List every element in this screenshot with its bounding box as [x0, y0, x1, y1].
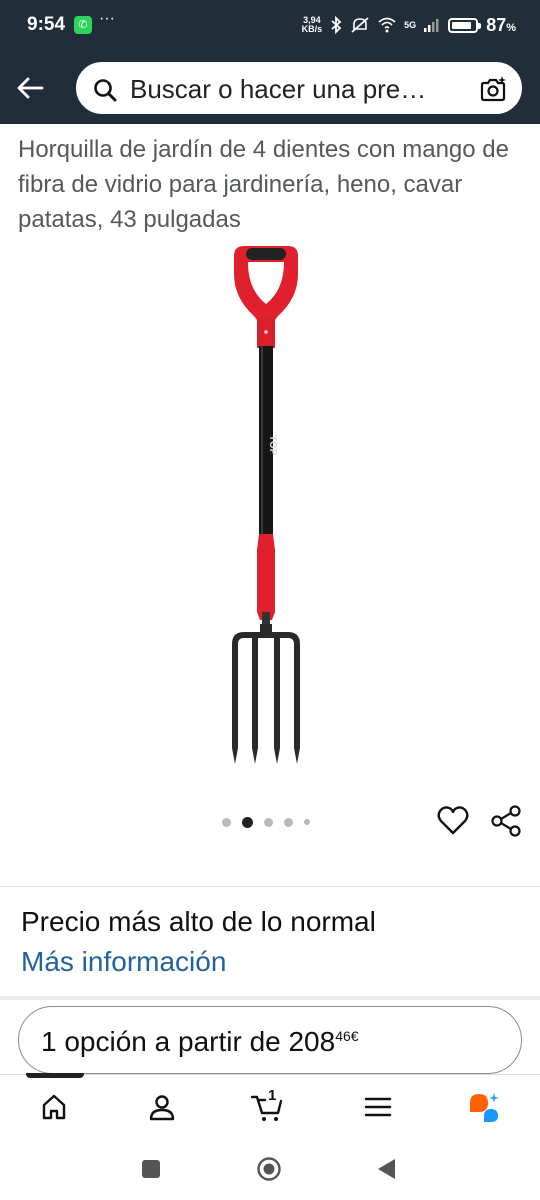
garden-fork-image[interactable]: TOP	[196, 240, 336, 770]
option-price-cents: 46€	[335, 1028, 358, 1044]
camera-search-icon[interactable]	[478, 75, 508, 105]
search-input[interactable]	[130, 72, 466, 106]
more-notifications-icon: ···	[99, 10, 115, 27]
more-info-link[interactable]: Más información	[21, 946, 226, 978]
option-text: 1 opción a partir de 208	[41, 1026, 336, 1057]
handle-brand-label: TOP	[267, 435, 278, 456]
recent-apps-icon[interactable]	[138, 1156, 164, 1182]
product-title[interactable]: Horquilla de jardín de 4 dientes con man…	[18, 132, 518, 237]
battery-percent-value: 87	[486, 14, 507, 35]
search-icon	[94, 79, 117, 102]
carousel-dot[interactable]	[222, 817, 231, 827]
nav-menu[interactable]	[360, 1089, 396, 1125]
wifi-icon	[378, 17, 396, 33]
back-arrow-icon[interactable]	[14, 72, 46, 104]
carousel-dot[interactable]	[242, 816, 253, 828]
price-notice: Precio más alto de lo normal	[21, 906, 376, 937]
nav-cart[interactable]: 1	[250, 1087, 286, 1125]
search-bar[interactable]	[74, 60, 524, 116]
image-carousel-dots	[222, 816, 310, 828]
battery-percent: 87%	[486, 15, 516, 36]
section-divider	[0, 886, 540, 887]
battery-icon	[448, 17, 482, 33]
carousel-dot[interactable]	[264, 817, 273, 827]
share-icon[interactable]	[489, 804, 523, 838]
battery-percent-unit: %	[506, 21, 516, 34]
nav-rufus[interactable]	[466, 1089, 502, 1125]
back-button-icon[interactable]	[374, 1156, 400, 1182]
cart-count-badge: 1	[268, 1087, 277, 1104]
nav-account[interactable]	[144, 1089, 180, 1125]
rufus-icon	[470, 1093, 499, 1122]
carousel-dot[interactable]	[284, 817, 293, 827]
battery-fill	[452, 21, 472, 29]
home-button-icon[interactable]	[256, 1156, 282, 1182]
nav-home[interactable]	[36, 1089, 72, 1125]
section-divider	[0, 996, 540, 1000]
buying-options-label: 1 opción a partir de 20846€	[41, 1026, 359, 1058]
network-speed-unit: KB/s	[301, 24, 323, 34]
active-tab-indicator	[26, 1073, 84, 1078]
network-speed: 3,94 KB/s	[302, 16, 323, 34]
home-icon	[42, 1094, 66, 1120]
whatsapp-icon: ✆	[74, 16, 92, 34]
option-price-cents-value: 46	[335, 1028, 351, 1044]
app-header: 9:54 ✆ ··· 3,94 KB/s 5G 87%	[0, 0, 540, 124]
carousel-dot[interactable]	[304, 819, 310, 825]
buying-options-button[interactable]: 1 opción a partir de 20846€	[18, 1006, 522, 1074]
mute-icon	[351, 17, 369, 33]
signal-icon	[424, 19, 439, 32]
menu-icon	[364, 1097, 392, 1117]
bluetooth-icon	[331, 16, 342, 34]
status-time: 9:54	[27, 14, 66, 35]
heart-icon[interactable]	[436, 804, 470, 838]
bottom-navigation: 1	[0, 1073, 540, 1140]
status-right: 3,94 KB/s 5G 87%	[302, 14, 516, 36]
option-price-currency: €	[350, 1028, 359, 1044]
status-bar: 9:54 ✆ ··· 3,94 KB/s 5G 87%	[0, 0, 540, 52]
network-type: 5G	[404, 20, 417, 30]
account-icon	[149, 1095, 175, 1121]
system-navigation	[0, 1140, 540, 1200]
